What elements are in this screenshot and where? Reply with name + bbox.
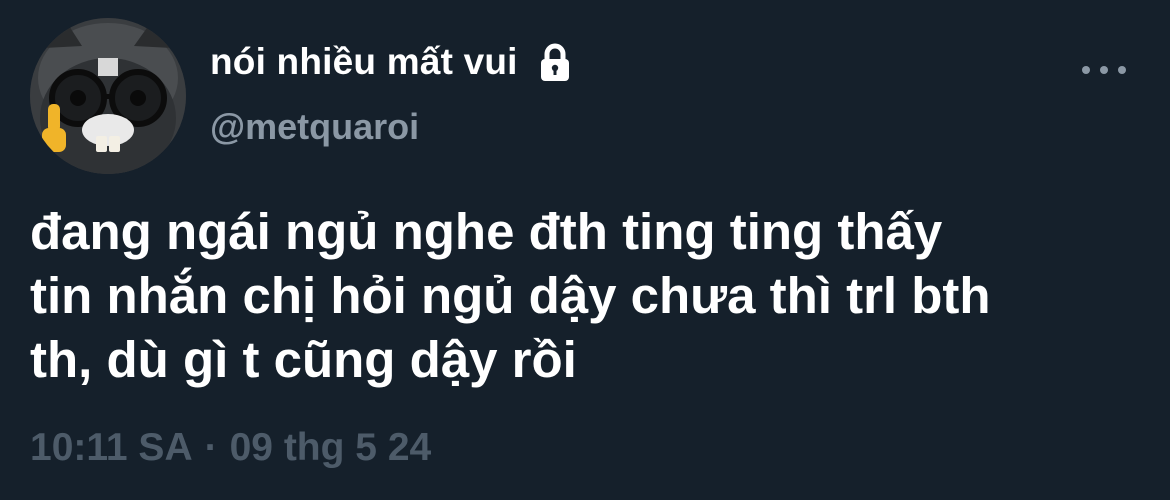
tweet-text-line: tin nhắn chị hỏi ngủ dậy chưa thì trl bt… [30, 267, 991, 324]
avatar[interactable] [30, 18, 186, 174]
tweet-text: đang ngái ngủ nghe đth ting ting thấy ti… [30, 200, 1150, 392]
display-name[interactable]: nói nhiều mất vui [210, 41, 518, 83]
more-dot [1100, 66, 1108, 74]
tweet-date: 09 thg 5 24 [229, 426, 432, 469]
timestamp-separator: · [204, 426, 218, 469]
more-dot [1118, 66, 1126, 74]
cat-avatar-image [30, 18, 186, 174]
tweet-time: 10:11 SA [30, 426, 193, 469]
tweet-card: nói nhiều mất vui @metquaroi đang ngái n… [0, 0, 1170, 500]
tweet-text-line: th, dù gì t cũng dậy rồi [30, 331, 577, 388]
user-handle[interactable]: @metquaroi [210, 106, 419, 148]
lock-icon [534, 41, 576, 83]
tweet-text-line: đang ngái ngủ nghe đth ting ting thấy [30, 203, 943, 260]
more-options-icon[interactable] [1082, 58, 1126, 82]
author-row: nói nhiều mất vui [210, 38, 576, 86]
timestamp[interactable]: 10:11 SA · 09 thg 5 24 [30, 426, 431, 470]
more-dot [1082, 66, 1090, 74]
